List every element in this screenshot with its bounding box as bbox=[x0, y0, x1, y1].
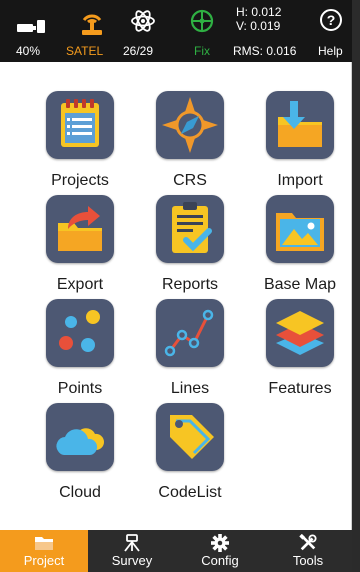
crosshair-icon bbox=[189, 8, 215, 39]
tile-label: Cloud bbox=[59, 484, 101, 501]
tile-label: Features bbox=[268, 380, 332, 397]
help-label: Help bbox=[318, 44, 343, 58]
status-bar: 40% SATEL 26/29 Fix H: 0.012 V: 0.019 RM… bbox=[0, 0, 352, 62]
cloud-icon bbox=[46, 403, 114, 471]
tile-label: CodeList bbox=[158, 484, 222, 501]
gear-icon bbox=[176, 534, 264, 552]
help-button[interactable]: ? Help bbox=[310, 0, 352, 62]
polyline-icon bbox=[156, 299, 224, 367]
battery-percent: 40% bbox=[16, 44, 41, 58]
tile-label: Base Map bbox=[263, 276, 337, 293]
rms-value: RMS: 0.016 bbox=[233, 44, 297, 58]
folder-export-icon bbox=[46, 195, 114, 263]
points-icon bbox=[46, 299, 114, 367]
satellite-count: 26/29 bbox=[123, 44, 154, 58]
precision-readout: H: 0.012 V: 0.019 bbox=[236, 5, 281, 33]
tools-icon bbox=[264, 534, 352, 552]
tile-projects[interactable]: Projects bbox=[25, 91, 135, 190]
tile-label: Reports bbox=[161, 276, 219, 293]
tile-reports[interactable]: Reports bbox=[135, 195, 245, 294]
tile-features[interactable]: Features bbox=[245, 299, 355, 398]
tile-label: Lines bbox=[170, 380, 210, 397]
tile-export[interactable]: Export bbox=[25, 195, 135, 294]
solution-status: Fix bbox=[175, 0, 230, 62]
tile-lines[interactable]: Lines bbox=[135, 299, 245, 398]
tab-label: Tools bbox=[292, 553, 324, 568]
tab-label: Survey bbox=[111, 553, 153, 568]
tile-import[interactable]: Import bbox=[245, 91, 355, 190]
tile-crs[interactable]: CRS bbox=[135, 91, 245, 190]
tile-points[interactable]: Points bbox=[25, 299, 135, 398]
tab-tools[interactable]: Tools bbox=[264, 530, 352, 572]
tab-label: Config bbox=[201, 553, 239, 568]
radio-status: SATEL bbox=[58, 0, 120, 62]
tile-label: Export bbox=[56, 276, 104, 293]
tab-label: Project bbox=[23, 553, 65, 568]
notebook-icon bbox=[46, 91, 114, 159]
tile-label: Projects bbox=[51, 172, 109, 189]
compass-icon bbox=[156, 91, 224, 159]
tag-icon bbox=[156, 403, 224, 471]
folder-icon bbox=[0, 534, 88, 552]
picture-folder-icon bbox=[266, 195, 334, 263]
project-menu: Projects CRS Import Export Reports Base … bbox=[0, 62, 352, 530]
vertical-precision: V: 0.019 bbox=[236, 19, 281, 33]
tile-label: CRS bbox=[173, 172, 207, 189]
folder-import-icon bbox=[266, 91, 334, 159]
tab-survey[interactable]: Survey bbox=[88, 530, 176, 572]
tab-config[interactable]: Config bbox=[176, 530, 264, 572]
tile-cloud[interactable]: Cloud bbox=[25, 403, 135, 502]
battery-status: 40% bbox=[0, 0, 58, 62]
tab-project[interactable]: Project bbox=[0, 530, 88, 572]
bottom-nav: Project Survey Config Tools bbox=[0, 530, 352, 572]
solution-label: Fix bbox=[194, 44, 210, 58]
battery-icon bbox=[16, 18, 46, 41]
satellite-status: 26/29 bbox=[120, 0, 175, 62]
layers-icon bbox=[266, 299, 334, 367]
tile-label: Import bbox=[277, 172, 323, 189]
tile-base-map[interactable]: Base Map bbox=[245, 195, 355, 294]
tripod-icon bbox=[88, 534, 176, 552]
horizontal-precision: H: 0.012 bbox=[236, 5, 282, 19]
clipboard-check-icon bbox=[156, 195, 224, 263]
help-icon: ? bbox=[320, 9, 342, 31]
screen-edge bbox=[352, 0, 360, 572]
radio-label: SATEL bbox=[66, 44, 104, 58]
tile-codelist[interactable]: CodeList bbox=[135, 403, 245, 502]
radio-antenna-icon bbox=[80, 8, 104, 41]
satellite-icon bbox=[130, 8, 156, 39]
tile-label: Points bbox=[57, 380, 103, 397]
